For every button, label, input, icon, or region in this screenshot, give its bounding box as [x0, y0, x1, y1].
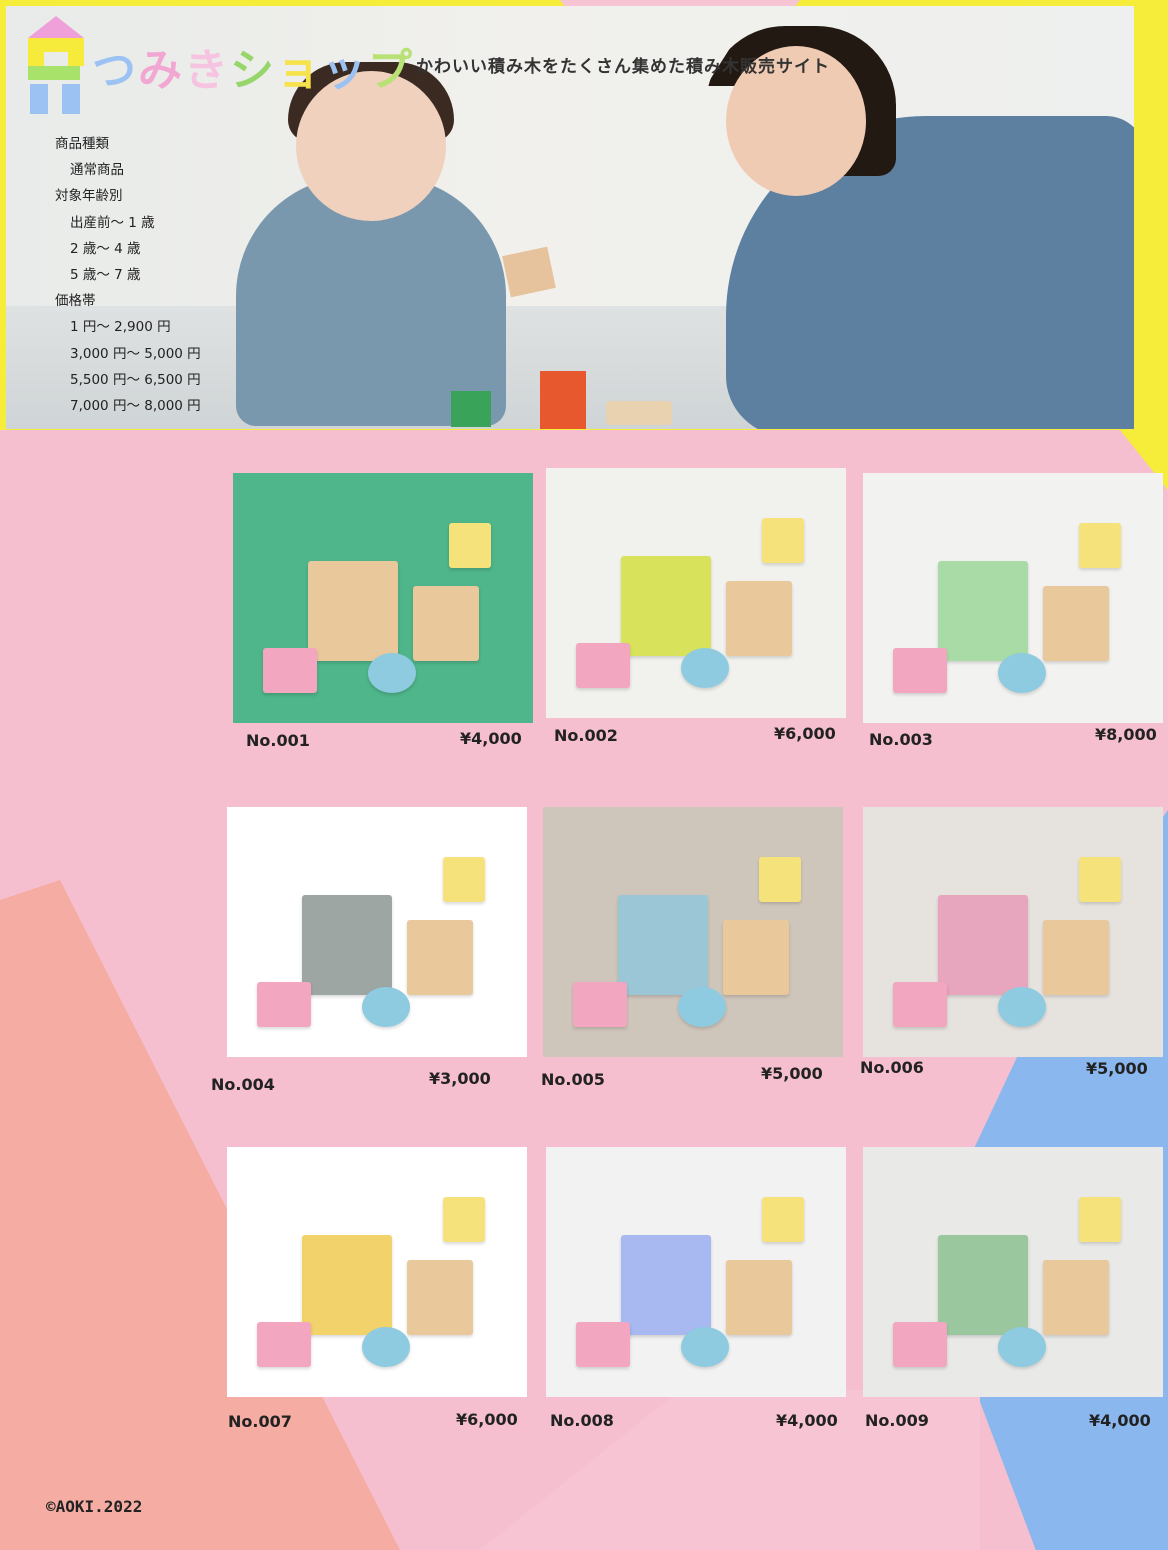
toy-block-icon — [938, 894, 1028, 995]
sidebar-category-heading: 価格帯 — [55, 293, 96, 310]
sidebar-item-link[interactable]: 通常商品 — [70, 162, 124, 178]
product-image[interactable] — [863, 473, 1163, 723]
hero-block — [606, 401, 672, 425]
product-price: ¥5,000 — [1086, 1059, 1148, 1078]
toy-block-icon — [257, 982, 311, 1027]
toy-block-icon — [723, 919, 789, 995]
sidebar-item-link[interactable]: 2 歳〜 4 歳 — [70, 241, 141, 257]
product-image[interactable] — [863, 1147, 1163, 1397]
toy-block-icon — [621, 1234, 711, 1335]
toy-block-icon — [938, 1234, 1028, 1335]
sidebar-category-heading: 対象年齢別 — [55, 188, 123, 205]
product-price: ¥4,000 — [1089, 1411, 1151, 1430]
product-number: No.005 — [541, 1070, 605, 1089]
shop-logo-text[interactable]: つみきショップ — [92, 34, 414, 98]
toy-block-icon — [1043, 1259, 1109, 1335]
toy-block-icon — [443, 857, 485, 902]
toy-block-icon — [576, 643, 630, 688]
sidebar-category-heading: 商品種類 — [55, 136, 109, 152]
toy-block-icon — [368, 653, 416, 693]
toy-block-icon — [302, 1234, 392, 1335]
toy-block-icon — [762, 518, 804, 563]
product-price: ¥6,000 — [774, 724, 836, 743]
product-number: No.002 — [554, 726, 618, 745]
sidebar-item-link[interactable]: 5 歳〜 7 歳 — [70, 267, 141, 283]
toy-block-icon — [573, 982, 627, 1027]
product-number: No.007 — [228, 1412, 292, 1431]
product-image[interactable] — [863, 807, 1163, 1057]
toy-block-icon — [998, 1327, 1046, 1367]
toy-block-icon — [576, 1322, 630, 1367]
toy-block-icon — [759, 857, 801, 902]
toy-block-icon — [681, 1327, 729, 1367]
product-image[interactable] — [227, 807, 527, 1057]
toy-block-icon — [681, 648, 729, 688]
toy-block-icon — [362, 987, 410, 1027]
product-image[interactable] — [546, 468, 846, 718]
toy-block-icon — [678, 987, 726, 1027]
toy-block-icon — [1043, 585, 1109, 661]
product-price: ¥8,000 — [1095, 725, 1157, 744]
hero-block — [502, 246, 556, 298]
toy-block-icon — [308, 560, 398, 661]
product-price: ¥5,000 — [761, 1064, 823, 1083]
product-image[interactable] — [233, 473, 533, 723]
toy-block-icon — [1043, 919, 1109, 995]
toy-block-icon — [998, 653, 1046, 693]
sidebar-item-link[interactable]: 3,000 円〜 5,000 円 — [70, 346, 201, 362]
hero-banner: つみきショップ かわいい積み木をたくさん集めた積み木販売サイト 商品種類通常商品… — [6, 6, 1134, 429]
hero-block — [540, 371, 586, 429]
toy-block-icon — [762, 1197, 804, 1242]
toy-block-icon — [257, 1322, 311, 1367]
sidebar-item-link[interactable]: 出産前〜 1 歳 — [70, 215, 155, 231]
product-image[interactable] — [227, 1147, 527, 1397]
product-image[interactable] — [543, 807, 843, 1057]
copyright: ©AOKI.2022 — [46, 1497, 143, 1516]
toy-block-icon — [1079, 1197, 1121, 1242]
toy-block-icon — [407, 1259, 473, 1335]
toy-block-icon — [413, 585, 479, 661]
toy-block-icon — [263, 648, 317, 693]
logo-blocks-icon[interactable] — [28, 16, 84, 116]
hero-block — [451, 391, 491, 427]
toy-block-icon — [893, 648, 947, 693]
toy-block-icon — [726, 1259, 792, 1335]
toy-block-icon — [726, 580, 792, 656]
toy-block-icon — [618, 894, 708, 995]
tagline: かわいい積み木をたくさん集めた積み木販売サイト — [416, 57, 830, 77]
toy-block-icon — [449, 523, 491, 568]
toy-block-icon — [362, 1327, 410, 1367]
product-number: No.001 — [246, 731, 310, 750]
toy-block-icon — [621, 555, 711, 656]
product-price: ¥6,000 — [456, 1410, 518, 1429]
toy-block-icon — [302, 894, 392, 995]
product-price: ¥4,000 — [776, 1411, 838, 1430]
product-price: ¥4,000 — [460, 729, 522, 748]
product-image[interactable] — [546, 1147, 846, 1397]
sidebar-item-link[interactable]: 5,500 円〜 6,500 円 — [70, 372, 201, 388]
toy-block-icon — [1079, 523, 1121, 568]
sidebar-item-link[interactable]: 7,000 円〜 8,000 円 — [70, 398, 201, 414]
product-number: No.004 — [211, 1075, 275, 1094]
sidebar-item-link[interactable]: 1 円〜 2,900 円 — [70, 319, 171, 335]
toy-block-icon — [407, 919, 473, 995]
toy-block-icon — [1079, 857, 1121, 902]
toy-block-icon — [893, 982, 947, 1027]
toy-block-icon — [998, 987, 1046, 1027]
product-number: No.009 — [865, 1411, 929, 1430]
toy-block-icon — [443, 1197, 485, 1242]
product-price: ¥3,000 — [429, 1069, 491, 1088]
product-number: No.003 — [869, 730, 933, 749]
sidebar-nav: 商品種類通常商品対象年齢別出産前〜 1 歳 2 歳〜 4 歳 5 歳〜 7 歳価格帯… — [55, 131, 201, 419]
toy-block-icon — [893, 1322, 947, 1367]
product-number: No.008 — [550, 1411, 614, 1430]
toy-block-icon — [938, 560, 1028, 661]
product-number: No.006 — [860, 1058, 924, 1077]
